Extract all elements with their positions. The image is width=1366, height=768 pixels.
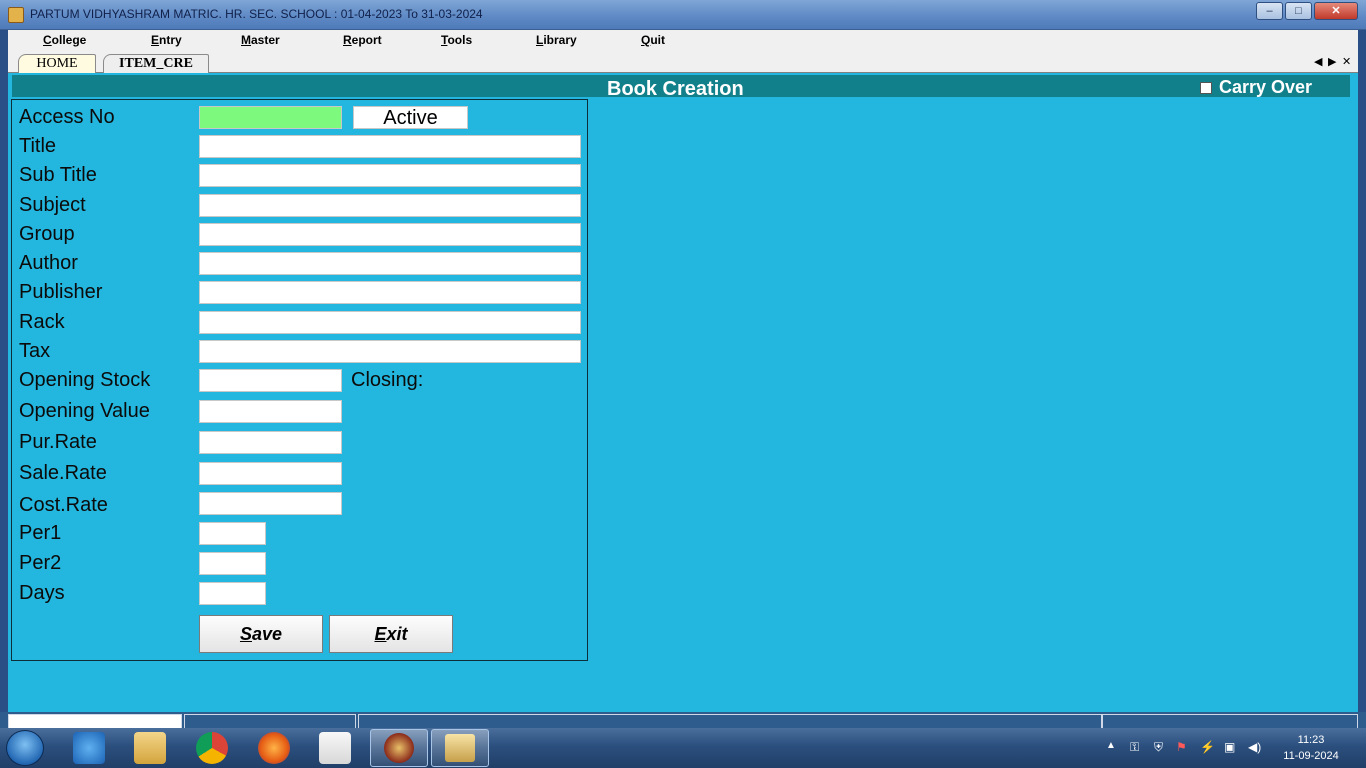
menu-tools[interactable]: Tools (441, 33, 472, 47)
file-explorer-icon[interactable] (134, 732, 166, 764)
tab-strip: HOME ITEM_CRE ◀ ▶ ✕ (8, 52, 1358, 74)
taskbar-app-1[interactable] (370, 729, 428, 767)
per2-label: Per2 (19, 552, 62, 574)
menu-quit[interactable]: Quit (641, 33, 665, 47)
sale-rate-label: Sale.Rate (19, 462, 107, 484)
menu-entry[interactable]: Entry (151, 33, 182, 47)
closing-label: Closing: (351, 369, 424, 391)
rack-input[interactable] (199, 311, 581, 334)
carry-over-label: Carry Over (1219, 77, 1313, 97)
exit-button[interactable]: Exit (329, 615, 453, 653)
taskbar: ▲ ⚿ ⛨ ⚑ ⚡ ▣ ◀) 11:23 11-09-2024 (0, 728, 1366, 768)
tray-volume-icon[interactable]: ◀) (1248, 740, 1261, 754)
menu-master[interactable]: Master (241, 33, 280, 47)
subtitle-label: Sub Title (19, 164, 97, 186)
taskbar-app-library[interactable] (431, 729, 489, 767)
system-clock[interactable]: 11:23 11-09-2024 (1274, 732, 1348, 764)
tray-power-icon[interactable]: ⚡ (1200, 740, 1215, 754)
checkbox-icon[interactable] (1200, 81, 1212, 94)
book-form: Access No Active Title Sub Title Subject… (11, 99, 588, 661)
save-button[interactable]: Save (199, 615, 323, 653)
tax-input[interactable] (199, 340, 581, 363)
tray-usb-icon[interactable]: ⚿ (1130, 740, 1139, 755)
title-input[interactable] (199, 135, 581, 158)
start-button-icon[interactable] (6, 730, 44, 766)
tab-close-icon[interactable]: ✕ (1342, 55, 1351, 68)
subject-label: Subject (19, 194, 86, 216)
opening-value-input[interactable] (199, 400, 342, 423)
publisher-label: Publisher (19, 281, 103, 303)
media-player-icon[interactable] (319, 732, 351, 764)
firefox-icon[interactable] (258, 732, 290, 764)
page-title: Book Creation (607, 78, 744, 100)
tab-item-cre[interactable]: ITEM_CRE (103, 54, 209, 74)
library-app-icon (445, 734, 475, 762)
minimize-button[interactable]: – (1256, 2, 1283, 20)
pur-rate-input[interactable] (199, 431, 342, 454)
author-input[interactable] (199, 252, 581, 275)
tray-expand-icon[interactable]: ▲ (1106, 740, 1116, 751)
internet-explorer-icon[interactable] (73, 732, 105, 764)
days-label: Days (19, 582, 65, 604)
author-label: Author (19, 252, 78, 274)
tax-label: Tax (19, 340, 51, 362)
title-label: Title (19, 135, 57, 157)
window-title-bar: PARTUM VIDHYASHRAM MATRIC. HR. SEC. SCHO… (0, 0, 1366, 30)
tab-home[interactable]: HOME (18, 54, 96, 74)
subject-input[interactable] (199, 194, 581, 217)
sale-rate-input[interactable] (199, 462, 342, 485)
access-no-label: Access No (19, 106, 115, 128)
cost-rate-label: Cost.Rate (19, 494, 108, 516)
group-input[interactable] (199, 223, 581, 246)
opening-stock-label: Opening Stock (19, 369, 151, 391)
clock-date: 11-09-2024 (1283, 750, 1339, 762)
menu-college[interactable]: College (43, 33, 86, 47)
group-label: Group (19, 223, 75, 245)
chrome-icon[interactable] (196, 732, 228, 764)
book-creation-panel: Book Creation Carry Over Access No Activ… (8, 73, 1358, 712)
tab-next-icon[interactable]: ▶ (1328, 55, 1336, 68)
subtitle-input[interactable] (199, 164, 581, 187)
app-icon (8, 7, 24, 23)
days-input[interactable] (199, 582, 266, 605)
access-no-input[interactable] (199, 106, 342, 129)
menu-report[interactable]: Report (343, 33, 382, 47)
per1-input[interactable] (199, 522, 266, 545)
header-bar: Book Creation Carry Over (12, 75, 1350, 100)
menu-library[interactable]: Library (536, 33, 577, 47)
opening-value-label: Opening Value (19, 400, 150, 422)
close-window-button[interactable]: ✕ (1314, 2, 1358, 20)
per1-label: Per1 (19, 522, 62, 544)
tab-prev-icon[interactable]: ◀ (1314, 55, 1322, 68)
status-field[interactable]: Active (353, 106, 468, 129)
app-client-area: College Entry Master Report Tools Librar… (8, 30, 1358, 712)
tray-shield-icon[interactable]: ⛨ (1154, 740, 1163, 755)
opening-stock-input[interactable] (199, 369, 342, 392)
window-title: PARTUM VIDHYASHRAM MATRIC. HR. SEC. SCHO… (30, 7, 483, 21)
menu-bar: College Entry Master Report Tools Librar… (8, 30, 1358, 52)
rack-label: Rack (19, 311, 65, 333)
carry-over-checkbox[interactable]: Carry Over (1200, 77, 1312, 98)
tray-flag-icon[interactable]: ⚑ (1176, 740, 1187, 754)
publisher-input[interactable] (199, 281, 581, 304)
emblem-icon (384, 733, 414, 763)
pur-rate-label: Pur.Rate (19, 431, 97, 453)
per2-input[interactable] (199, 552, 266, 575)
tray-network-icon[interactable]: ▣ (1224, 740, 1235, 754)
maximize-button[interactable]: □ (1285, 2, 1312, 20)
clock-time: 11:23 (1297, 734, 1325, 746)
cost-rate-input[interactable] (199, 492, 342, 515)
